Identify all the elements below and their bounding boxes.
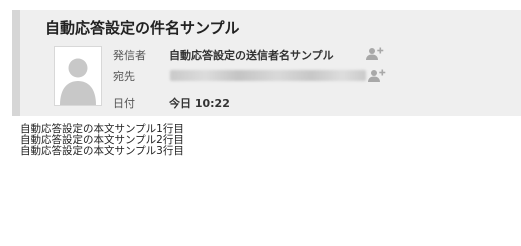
email-body: 自動応答設定の本文サンプル1行目 自動応答設定の本文サンプル2行目 自動応答設定… [20, 124, 184, 157]
email-subject: 自動応答設定の件名サンプル [45, 19, 240, 37]
sender-avatar [54, 46, 102, 106]
date-label: 日付 [113, 97, 135, 110]
email-date: 今日 10:22 [169, 97, 230, 110]
add-contact-icon[interactable] [366, 46, 384, 60]
email-body-line: 自動応答設定の本文サンプル3行目 [20, 145, 184, 157]
add-contact-icon[interactable] [368, 68, 386, 82]
avatar-placeholder-icon [55, 47, 101, 105]
from-label: 発信者 [113, 49, 146, 62]
recipient-address-obscured [170, 70, 366, 81]
to-label: 宛先 [113, 70, 135, 83]
email-header-panel: 自動応答設定の件名サンプル 発信者 自動応答設定の送信者名サンプル 宛先 日付 … [12, 10, 521, 116]
sender-name[interactable]: 自動応答設定の送信者名サンプル [169, 47, 334, 63]
